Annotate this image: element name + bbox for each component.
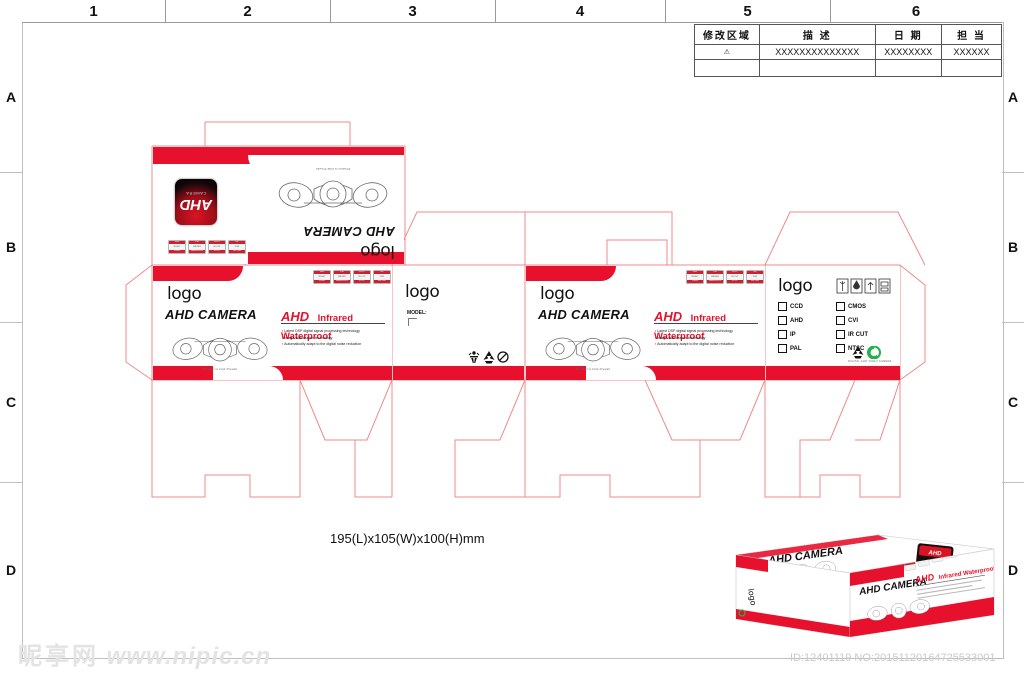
handling-icon (468, 351, 480, 363)
ahd-square-logo: AHD CAMERA (175, 179, 217, 225)
camera-illustration (545, 337, 641, 362)
front-panel-red-top (153, 266, 243, 281)
bullet-item: Automatically adapt to the digital noise… (655, 341, 759, 348)
recycle-icon (483, 351, 495, 364)
feature-badge: IP66 WATER WATERPROOF (188, 240, 206, 254)
spec-option-pal[interactable]: PAL (778, 344, 832, 353)
checkbox[interactable] (778, 302, 787, 311)
no-littering-icon (497, 351, 509, 363)
front-panel-red-top (526, 266, 616, 281)
bullet-item: Image stabilization technology (655, 335, 759, 342)
feature-badge: 1080P NIGHT VISION (313, 270, 331, 284)
camera-illustration (278, 180, 388, 208)
front-panel-2-logo-text: logo (540, 284, 575, 304)
side-panel: logo MODEL: (393, 266, 524, 380)
headline-ahd: AHD (281, 309, 310, 324)
checkbox[interactable] (836, 302, 845, 311)
checkbox[interactable] (778, 344, 787, 353)
watermark-cjk: 昵享网 (18, 642, 99, 670)
side-panel-icons (468, 351, 509, 364)
headline-rule (654, 323, 758, 324)
feature-badge: IP66 WATER WATERPROOF (333, 270, 351, 284)
bullet-item: Latest DSP digital signal processing tec… (282, 328, 386, 335)
front-panel-2-bullets: Latest DSP digital signal processing tec… (655, 328, 759, 348)
box-mockup-3d: AHD CAMERA AHD CAMERA logo AHD C (735, 534, 995, 638)
spec-option-ip[interactable]: IP (778, 330, 832, 339)
headline-rule (281, 323, 385, 324)
spec-panel-footer-caption: DIGITAL AHD VIDEO CAMERA (848, 360, 892, 363)
top-flap-title: AHD CAMERA (303, 224, 395, 239)
spec-option-ahd[interactable]: AHD (778, 316, 832, 325)
bullet-item: Latest DSP digital signal processing tec… (655, 328, 759, 335)
spec-panel-red-bottom (766, 366, 900, 380)
spec-option-ircut[interactable]: IR CUT (836, 330, 890, 339)
checkbox[interactable] (836, 316, 845, 325)
recycle-marks (852, 346, 881, 359)
front-panel-bullets: Latest DSP digital signal processing tec… (282, 328, 386, 348)
spec-panel-logo-text: logo (778, 276, 813, 296)
feature-badge: DSP DSP DSP CHIP (228, 240, 246, 254)
ahd-square-title: AHD (179, 196, 213, 214)
front-panel-2-illustration-caption: Product is kind Prevail (575, 367, 611, 371)
front-panel-illustration-caption: Product is kind Prevail (202, 367, 238, 371)
feature-badge: IR-CUT IR CUT IR CUT (726, 270, 744, 284)
front-panel-2-feature-badges: 1080P NIGHT VISION IP66 WATER WATERPROOF IR-… (686, 270, 764, 284)
recycle-icon (852, 346, 864, 359)
side-panel-logo-text: logo (405, 282, 440, 302)
front-panel-logo-text: logo (167, 284, 202, 304)
checkbox[interactable] (778, 316, 787, 325)
spec-option-cvi[interactable]: CVI (836, 316, 890, 325)
side-panel-model-label: MODEL: (407, 310, 427, 316)
feature-badge: DSP DSP DSP CHIP (373, 270, 391, 284)
top-flap-logo-text: logo (360, 241, 395, 261)
watermark-url: www.nipic.cn (106, 643, 272, 670)
front-panel-2: logo AHD CAMERA Product is kind Prevail … (526, 266, 765, 380)
front-panel-2-title: AHD CAMERA (538, 307, 630, 322)
no-stack-icon (878, 278, 891, 294)
watermark: 昵享网 www.nipic.cn (18, 636, 271, 671)
bullet-item: Image stabilization technology (282, 335, 386, 342)
keep-dry-icon (850, 278, 863, 294)
id-text: ID:12401119 NO:20151120164725533001 (790, 652, 996, 664)
feature-badge: IP66 WATER WATERPROOF (706, 270, 724, 284)
headline-ahd: AHD (654, 309, 683, 324)
top-flap-panel: AHD CAMERA 1080P NIGHT VISION IP66 WATER WAT… (153, 147, 404, 264)
checkbox[interactable] (836, 344, 845, 353)
spec-option-ccd[interactable]: CCD (778, 302, 832, 311)
feature-badge: IR-CUT IR CUT IR CUT (208, 240, 226, 254)
feature-badge: 1080P NIGHT VISION (686, 270, 704, 284)
top-flap-illustration-caption: Product is kind Prevail (315, 167, 351, 171)
spec-option-cmos[interactable]: CMOS (836, 302, 890, 311)
ahd-square-subtitle: CAMERA (185, 191, 207, 197)
feature-badge: 1080P NIGHT VISION (168, 240, 186, 254)
green-dot-icon (867, 346, 881, 359)
feature-badge: DSP DSP DSP CHIP (746, 270, 764, 284)
feature-badge: IR-CUT IR CUT IR CUT (353, 270, 371, 284)
front-panel-feature-badges: 1080P NIGHT VISION IP66 WATER WATERPROOF IR-… (313, 270, 391, 284)
top-flap-inverted-group: logo AHD CAMERA Product is kind Prevail (258, 161, 398, 261)
checkbox[interactable] (836, 330, 845, 339)
side-panel-model-field[interactable] (408, 318, 417, 326)
fragile-icon (836, 278, 849, 294)
dimension-text: 195(L)x105(W)x100(H)mm (330, 531, 485, 546)
bullet-item: Automatically adapt to the digital noise… (282, 341, 386, 348)
side-panel-red-bottom (393, 366, 524, 380)
checkbox[interactable] (778, 330, 787, 339)
spec-panel: logo CCD CMOS AHD CVI IP IR CUT PAL NTSC… (766, 266, 900, 380)
front-panel-title: AHD CAMERA (165, 307, 257, 322)
camera-illustration (172, 337, 268, 362)
top-flap-feature-badges: 1080P NIGHT VISION IP66 WATER WATERPROOF IR-… (168, 240, 246, 254)
spec-handling-icons (836, 278, 891, 294)
this-side-up-icon (864, 278, 877, 294)
front-panel-1: logo AHD CAMERA Product is kind Prevail … (153, 266, 392, 380)
